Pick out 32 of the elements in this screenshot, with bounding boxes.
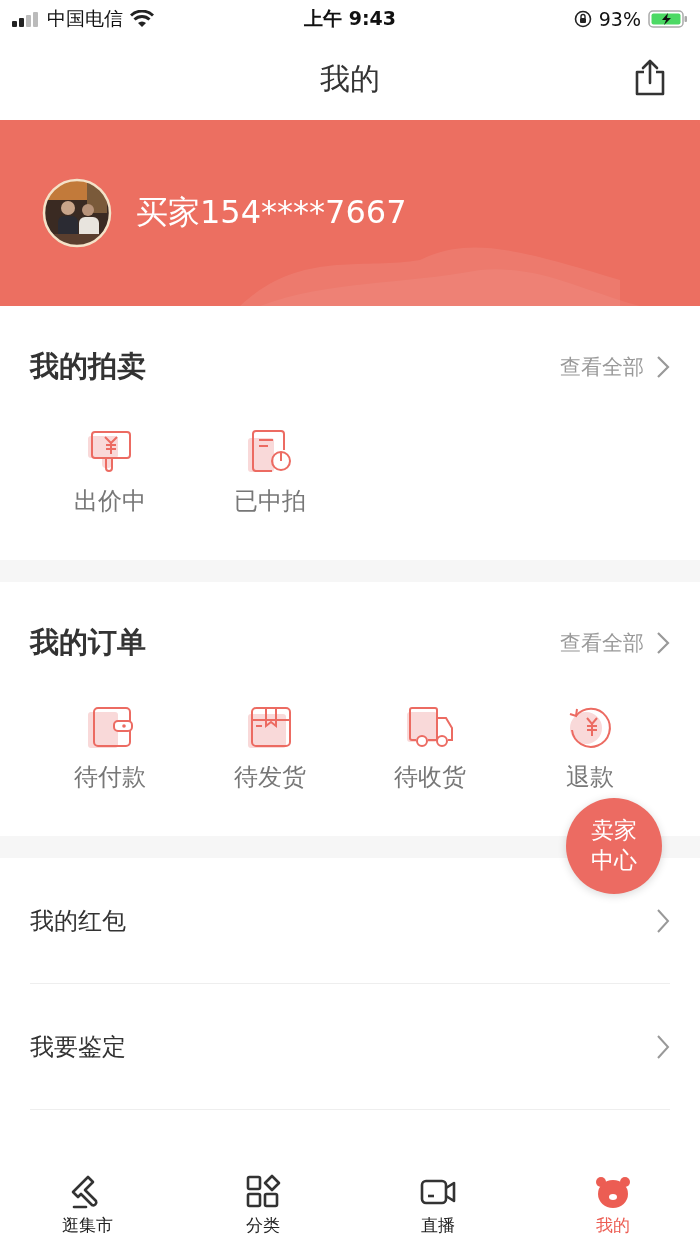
tab-item[interactable]: 我的 [525, 1160, 700, 1244]
shortcut-item[interactable]: 待收货 [350, 704, 510, 791]
seller-center-button[interactable]: 卖家中心 [566, 798, 662, 894]
signal-icon [12, 11, 40, 27]
page-title: 我的 [320, 59, 380, 98]
view-all-link[interactable]: 查看全部 [560, 353, 670, 381]
section-title: 我的订单 [30, 624, 146, 661]
status-time: 上午 9:43 [304, 6, 396, 31]
chevron-right-icon [656, 631, 670, 655]
menu-row[interactable]: 我要鉴定 [30, 984, 670, 1110]
battery-percent: 93% [598, 8, 641, 30]
rotation-lock-icon [573, 10, 592, 28]
wifi-icon [130, 10, 154, 28]
user-name: 买家154****7667 [136, 192, 407, 233]
shortcut-item[interactable]: 出价中 [30, 428, 190, 515]
carrier-name: 中国电信 [47, 6, 123, 31]
shortcut-item[interactable]: 待付款 [30, 704, 190, 791]
shortcut-item[interactable]: 退款 [510, 704, 670, 791]
share-icon[interactable] [633, 58, 667, 96]
section-title: 我的拍卖 [30, 348, 146, 385]
bear-icon [594, 1174, 631, 1210]
shortcut-item[interactable]: 已中拍 [190, 428, 350, 515]
tab-item[interactable]: 分类 [175, 1160, 350, 1244]
chevron-right-icon [656, 907, 670, 934]
battery-icon [648, 9, 688, 29]
tab-item[interactable]: 逛集市 [0, 1160, 175, 1244]
view-all-link[interactable]: 查看全部 [560, 629, 670, 657]
shortcut-item[interactable]: 待发货 [190, 704, 350, 791]
category-grid-icon [244, 1174, 281, 1210]
chevron-right-icon [656, 355, 670, 379]
chevron-right-icon [656, 1033, 670, 1060]
tab-item[interactable]: 直播 [350, 1160, 525, 1244]
